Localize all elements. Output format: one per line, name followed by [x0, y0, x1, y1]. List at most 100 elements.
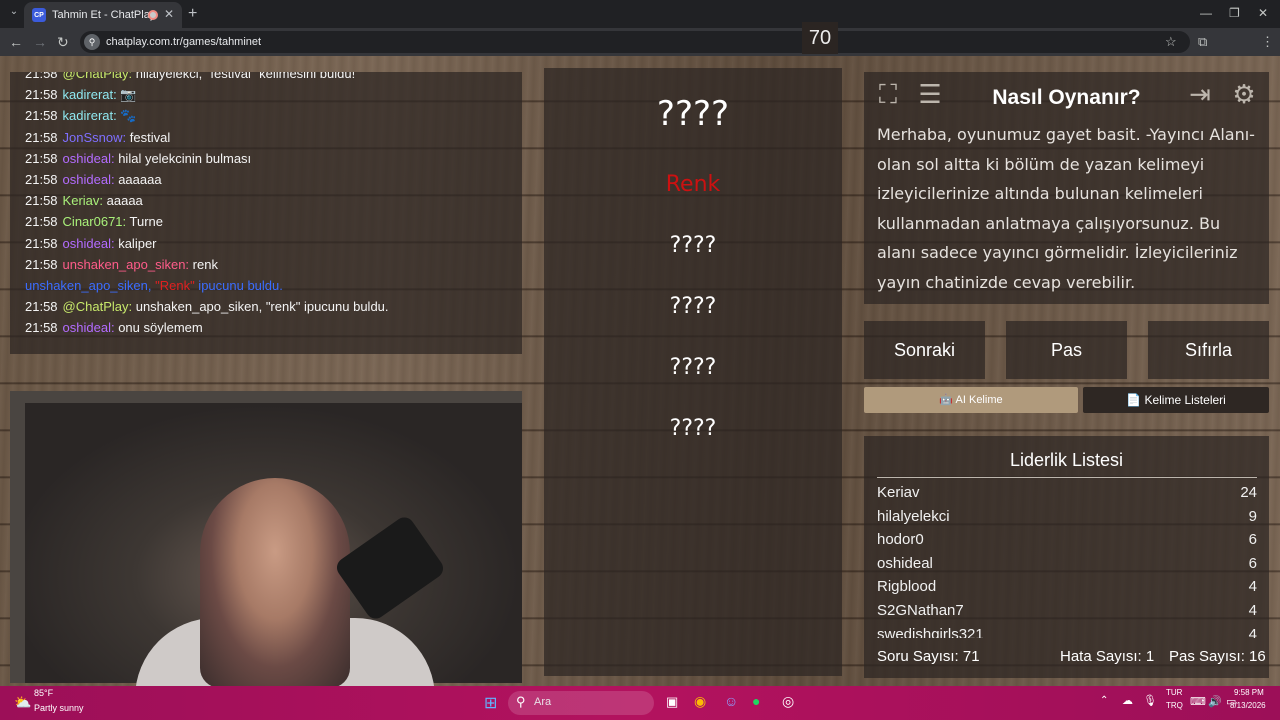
leaderboard-name: Rigblood: [877, 578, 937, 596]
settings-gear-icon[interactable]: ⚙: [1226, 76, 1262, 112]
chat-message: 21:58 JonSsnow: festival: [25, 130, 170, 145]
chat-username[interactable]: oshideal:: [63, 172, 119, 187]
chat-timestamp: 21:58: [25, 72, 58, 81]
leaderboard-row: S2GNathan7 4: [877, 602, 1257, 619]
leaderboard-score: 6: [1248, 531, 1257, 549]
volume-icon[interactable]: 🔊: [1208, 695, 1222, 708]
chat-username[interactable]: unshaken_apo_siken:: [63, 257, 193, 272]
chat-username[interactable]: Cinar0671:: [63, 214, 130, 229]
chat-message: 21:58 oshideal: hilal yelekcinin bulması: [25, 151, 251, 166]
taskbar-search[interactable]: ⚲ Ara: [508, 691, 654, 715]
exit-icon[interactable]: ⇥: [1182, 76, 1218, 112]
clock-time[interactable]: 9:58 PM: [1234, 688, 1264, 697]
clock-date[interactable]: 8/13/2026: [1230, 701, 1266, 710]
chat-text: unshaken_apo_siken, "renk" ipucunu buldu…: [135, 299, 389, 315]
tray-app-icon[interactable]: ☁: [1122, 694, 1133, 707]
url-text: chatplay.com.tr/games/tahminet: [106, 36, 262, 48]
chat-username[interactable]: oshideal:: [63, 320, 119, 335]
chat-text: festival: [129, 129, 171, 145]
chat-message: 21:58 kadirerat: 🐾: [25, 108, 137, 124]
chat-timestamp: 21:58: [25, 193, 58, 209]
browser-tab[interactable]: CP Tahmin Et - ChatPlay ✕: [24, 2, 182, 28]
ai-word-button[interactable]: 🤖 AI Kelime: [864, 387, 1078, 413]
chat-username[interactable]: oshideal:: [63, 151, 119, 166]
new-tab-icon[interactable]: +: [188, 5, 197, 23]
minimize-icon[interactable]: —: [1200, 6, 1212, 20]
leaderboard-panel: Liderlik Listesi Keriav 24 hilalyelekci 9 ho…: [864, 436, 1269, 638]
leaderboard-name: hilalyelekci: [877, 507, 950, 525]
next-button[interactable]: Sonraki: [864, 321, 985, 379]
tray-chevron-icon[interactable]: ⌃: [1100, 695, 1108, 706]
language-top[interactable]: TUR: [1166, 688, 1182, 697]
chat-username[interactable]: kadirerat:: [63, 87, 121, 102]
chat-username[interactable]: Keriav:: [63, 193, 107, 208]
microphone-icon[interactable]: 🎙: [1143, 694, 1157, 707]
ai-word-label: AI Kelime: [955, 394, 1003, 406]
leaderboard-name: Keriav: [877, 484, 920, 501]
leaderboard-name: hodor0: [877, 531, 924, 549]
chat-message: 21:58 Keriav: aaaaa: [25, 193, 143, 208]
search-placeholder: Ara: [534, 696, 552, 708]
leaderboard-score: 9: [1248, 507, 1257, 525]
extensions-icon[interactable]: ⧉: [1198, 34, 1207, 50]
chat-timestamp: 21:58: [25, 256, 58, 272]
chat-username[interactable]: kadirerat:: [63, 108, 121, 123]
chat-username[interactable]: unshaken_apo_siken,: [25, 278, 155, 293]
leaderboard-name: S2GNathan7: [877, 602, 964, 619]
back-icon[interactable]: ←: [9, 34, 23, 50]
webcam-feed: [25, 403, 522, 698]
word-lists-label: Kelime Listeleri: [1144, 393, 1226, 407]
chat-text: aaaaaa: [118, 172, 162, 187]
chat-text: onu söylemem: [118, 320, 203, 336]
discord-icon[interactable]: ☺: [724, 693, 738, 709]
obs-icon[interactable]: ◎: [782, 693, 794, 710]
forward-icon[interactable]: →: [33, 34, 47, 50]
search-icon: ⚲: [516, 694, 526, 709]
tab-title: Tahmin Et - ChatPlay: [52, 9, 156, 21]
restore-icon[interactable]: ❐: [1229, 6, 1240, 20]
address-bar-row: ← → ↻ ⚲ chatplay.com.tr/games/tahminet ☆…: [0, 28, 1280, 78]
chat-username[interactable]: JonSsnow:: [63, 130, 130, 145]
browser-menu-icon[interactable]: ⋮: [1261, 34, 1274, 50]
network-icon[interactable]: ⌨: [1190, 695, 1206, 708]
leaderboard-row: hodor0 6: [877, 531, 1257, 548]
chat-username[interactable]: @ChatPlay:: [63, 299, 136, 314]
weather-desc[interactable]: Partly sunny: [34, 703, 84, 713]
url-field[interactable]: ⚲ chatplay.com.tr/games/tahminet: [80, 31, 1190, 53]
chat-timestamp: 21:58: [25, 214, 58, 230]
spotify-icon[interactable]: ●: [752, 693, 760, 709]
language-bottom[interactable]: TRQ: [1166, 701, 1183, 710]
chat-timestamp: 21:58: [25, 299, 58, 315]
chat-timestamp: 21:58: [25, 108, 58, 124]
weather-icon[interactable]: ⛅: [14, 694, 31, 711]
reset-button[interactable]: Sıfırla: [1148, 321, 1269, 379]
pass-button[interactable]: Pas: [1006, 321, 1127, 379]
chat-username[interactable]: oshideal:: [63, 236, 119, 251]
leaderboard-score: 24: [1240, 484, 1257, 501]
leaderboard-name: oshideal: [877, 554, 933, 572]
list-icon: 📄: [1126, 393, 1145, 407]
chat-username[interactable]: @ChatPlay:: [63, 72, 136, 81]
howto-text: Merhaba, oyunumuz gayet basit. -Yayıncı …: [877, 125, 1255, 292]
bookmark-star-icon[interactable]: ☆: [1165, 34, 1177, 50]
chat-timestamp: 21:58: [25, 150, 58, 166]
leaderboard-score: 4: [1248, 602, 1257, 619]
weather-temp[interactable]: 85°F: [34, 688, 53, 698]
main-word: ????: [656, 94, 730, 134]
leaderboard-row: Keriav 24: [877, 484, 1257, 501]
chat-timestamp: 21:58: [25, 172, 58, 187]
reload-icon[interactable]: ↻: [57, 34, 69, 51]
chat-text: 📷: [120, 87, 137, 103]
windows-taskbar: ⛅ 85°F Partly sunny ⊞ ⚲ Ara ▣ ◉ ☺ ● ◎ ⌃ …: [0, 686, 1280, 720]
question-count: Soru Sayısı: 71: [877, 648, 980, 665]
chrome-icon[interactable]: ◉: [694, 693, 706, 710]
tab-search-icon[interactable]: ⌄: [6, 6, 22, 22]
close-tab-icon[interactable]: ✕: [164, 7, 174, 21]
site-info-icon[interactable]: ⚲: [84, 34, 100, 50]
close-window-icon[interactable]: ✕: [1258, 6, 1268, 20]
leaderboard-score: 6: [1248, 554, 1257, 572]
word-lists-button[interactable]: 📄 Kelime Listeleri: [1083, 387, 1269, 413]
task-view-icon[interactable]: ▣: [666, 694, 678, 710]
windows-start-icon[interactable]: ⊞: [484, 693, 497, 713]
chat-message: 21:58 unshaken_apo_siken: renk: [25, 257, 218, 272]
